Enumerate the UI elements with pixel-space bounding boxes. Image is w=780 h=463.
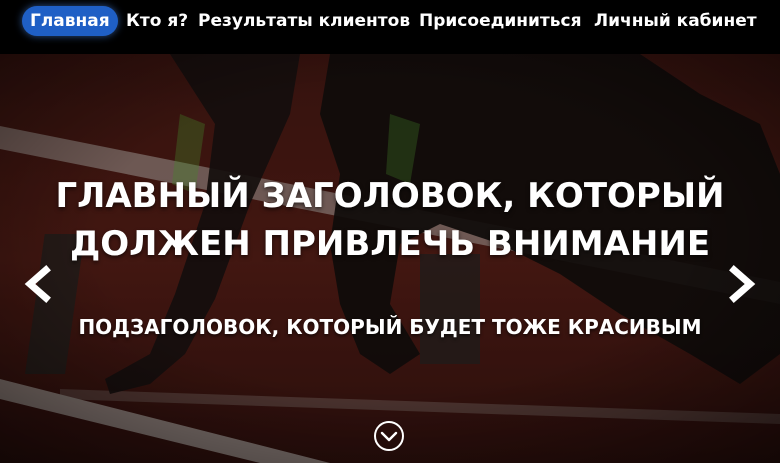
- scroll-down-button[interactable]: [373, 420, 405, 452]
- nav-item-about[interactable]: Кто я?: [126, 6, 188, 36]
- hero-slider: ГЛАВНЫЙ ЗАГОЛОВОК, КОТОРЫЙ ДОЛЖЕН ПРИВЛЕ…: [0, 54, 780, 463]
- nav-item-home[interactable]: Главная: [22, 6, 118, 36]
- nav-item-client-results[interactable]: Результаты клиентов: [198, 6, 410, 36]
- nav-item-join[interactable]: Присоединиться: [419, 6, 582, 36]
- chevron-right-icon: [729, 265, 756, 303]
- hero-subheadline: ПОДЗАГОЛОВОК, КОТОРЫЙ БУДЕТ ТОЖЕ КРАСИВЫ…: [78, 315, 702, 339]
- chevron-down-circle-icon: [374, 421, 404, 451]
- top-navigation: Главная Кто я? Результаты клиентов Присо…: [0, 0, 780, 54]
- chevron-left-icon: [24, 265, 51, 303]
- hero-headline-line-2: ДОЛЖЕН ПРИВЛЕЧЬ ВНИМАНИЕ: [69, 224, 711, 264]
- slider-prev-button[interactable]: [20, 264, 60, 304]
- hero-headline-line-1: ГЛАВНЫЙ ЗАГОЛОВОК, КОТОРЫЙ: [55, 176, 725, 216]
- nav-item-account[interactable]: Личный кабинет: [594, 6, 757, 36]
- slider-next-button[interactable]: [720, 264, 760, 304]
- hero-headline: ГЛАВНЫЙ ЗАГОЛОВОК, КОТОРЫЙ ДОЛЖЕН ПРИВЛЕ…: [0, 172, 780, 268]
